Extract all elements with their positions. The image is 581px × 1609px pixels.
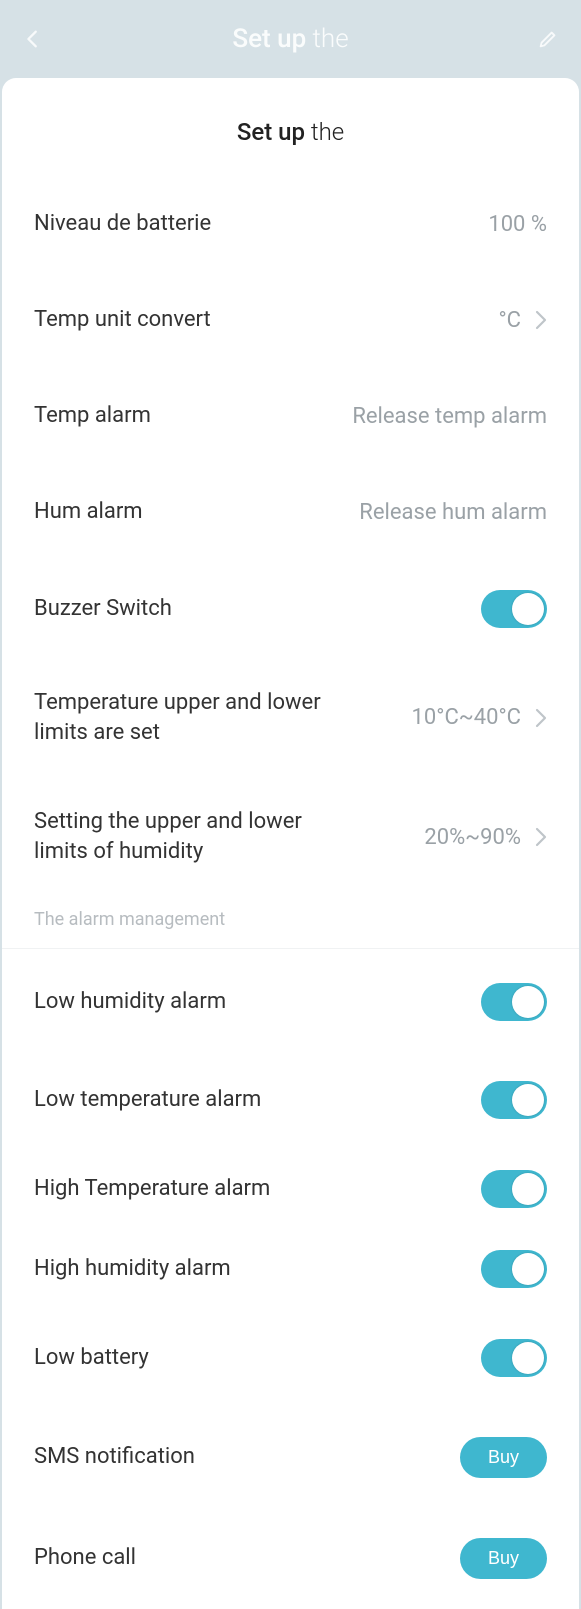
humidity-limits-value: 20%~90% (424, 825, 521, 850)
low-battery-label: Low battery (34, 1343, 149, 1373)
sms-notification-label: SMS notification (34, 1442, 195, 1472)
pencil-icon (537, 28, 559, 50)
row-battery-level: Niveau de batterie 100 % (2, 176, 579, 272)
row-temp-unit[interactable]: Temp unit convert °C (2, 272, 579, 368)
row-buzzer-switch: Buzzer Switch (2, 560, 579, 658)
high-humidity-alarm-toggle[interactable] (481, 1250, 547, 1288)
low-battery-toggle[interactable] (481, 1339, 547, 1377)
row-high-temperature-alarm: High Temperature alarm (2, 1149, 579, 1229)
chevron-right-icon (535, 310, 547, 330)
chevron-right-icon (535, 827, 547, 847)
sms-buy-button[interactable]: Buy (460, 1437, 547, 1478)
row-high-humidity-alarm: High humidity alarm (2, 1229, 579, 1309)
low-humidity-alarm-toggle[interactable] (481, 983, 547, 1021)
chevron-left-icon (22, 28, 44, 50)
high-humidity-alarm-label: High humidity alarm (34, 1254, 231, 1284)
humidity-limits-label: Setting the upper and lower limits of hu… (34, 807, 334, 866)
back-button[interactable] (18, 24, 48, 54)
row-low-battery: Low battery (2, 1309, 579, 1407)
low-humidity-alarm-label: Low humidity alarm (34, 987, 226, 1017)
temp-unit-label: Temp unit convert (34, 305, 211, 335)
temp-alarm-label: Temp alarm (34, 401, 151, 431)
edit-button[interactable] (533, 24, 563, 54)
high-temperature-alarm-toggle[interactable] (481, 1170, 547, 1208)
row-temp-limits[interactable]: Temperature upper and lower limits are s… (2, 658, 579, 777)
row-temp-alarm[interactable]: Temp alarm Release temp alarm (2, 368, 579, 464)
phone-buy-button[interactable]: Buy (460, 1538, 547, 1579)
row-sms-notification: SMS notification Buy (2, 1407, 579, 1508)
row-hum-alarm[interactable]: Hum alarm Release hum alarm (2, 464, 579, 560)
temp-limits-label: Temperature upper and lower limits are s… (34, 688, 334, 747)
hum-alarm-value: Release hum alarm (359, 500, 547, 525)
hum-alarm-label: Hum alarm (34, 497, 143, 527)
section-alarm-management: The alarm management (2, 897, 579, 949)
buzzer-label: Buzzer Switch (34, 594, 172, 624)
battery-value: 100 % (488, 212, 547, 237)
row-low-humidity-alarm: Low humidity alarm (2, 953, 579, 1051)
row-phone-call: Phone call Buy (2, 1508, 579, 1609)
phone-call-label: Phone call (34, 1543, 136, 1573)
row-low-temperature-alarm: Low temperature alarm (2, 1051, 579, 1149)
temp-unit-value: °C (498, 308, 521, 333)
settings-card: Set up the Niveau de batterie 100 % Temp… (2, 78, 579, 1609)
row-humidity-limits[interactable]: Setting the upper and lower limits of hu… (2, 777, 579, 896)
header-title: Set up the (232, 24, 348, 54)
battery-label: Niveau de batterie (34, 209, 211, 239)
header-bar: Set up the (0, 0, 581, 78)
high-temperature-alarm-label: High Temperature alarm (34, 1174, 270, 1204)
card-title: Set up the (2, 78, 579, 176)
chevron-right-icon (535, 708, 547, 728)
temp-limits-value: 10°C~40°C (412, 705, 522, 730)
buzzer-toggle[interactable] (481, 590, 547, 628)
low-temperature-alarm-label: Low temperature alarm (34, 1085, 261, 1115)
temp-alarm-value: Release temp alarm (352, 404, 547, 429)
low-temperature-alarm-toggle[interactable] (481, 1081, 547, 1119)
